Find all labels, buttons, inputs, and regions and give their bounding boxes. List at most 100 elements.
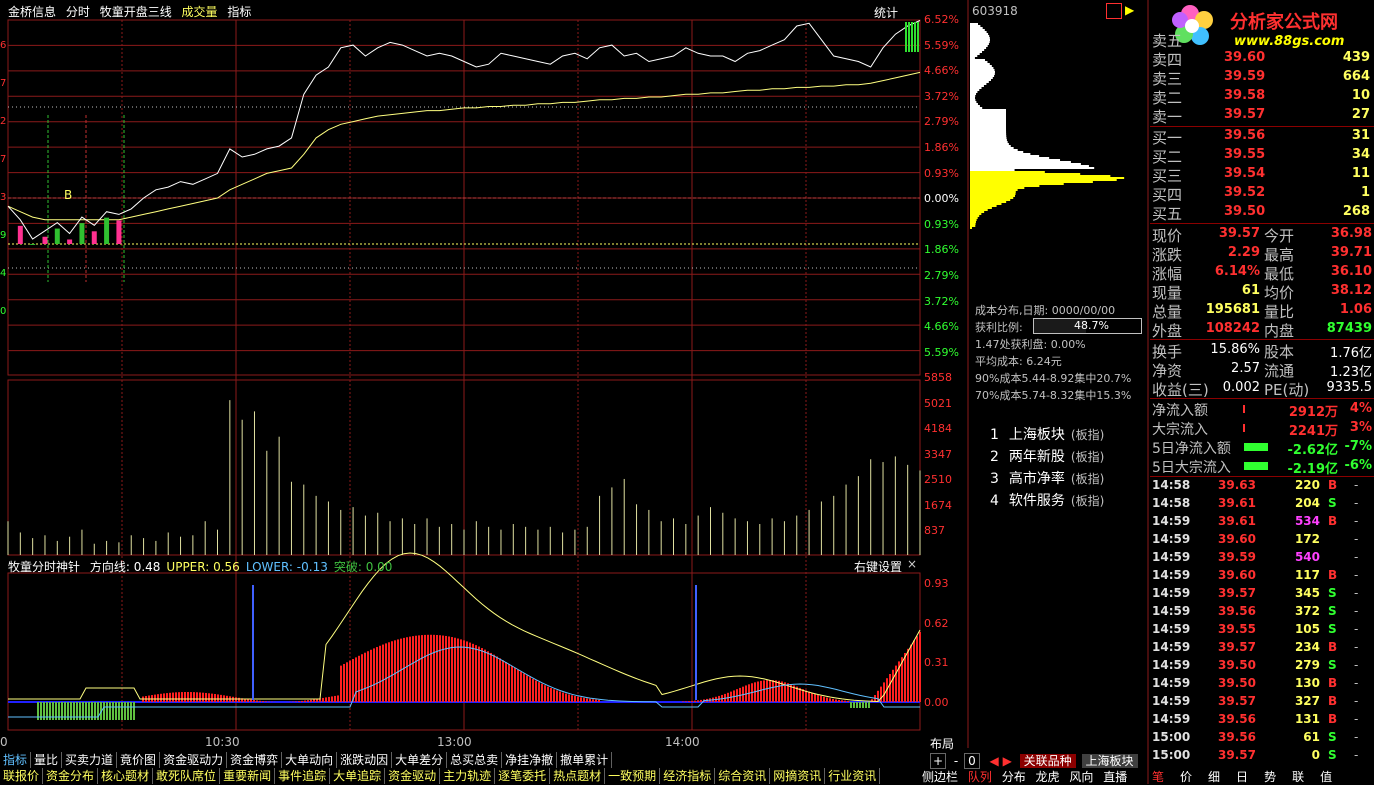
right-panel-tab[interactable]: 日 <box>1236 770 1248 784</box>
bottom-tab[interactable]: 资金驱动力 <box>160 752 228 768</box>
bottom-tab[interactable]: 热点题材 <box>550 768 606 784</box>
right-panel-tab[interactable]: 值 <box>1320 770 1332 784</box>
tab-dragon-tiger[interactable]: 龙虎 <box>1036 770 1060 784</box>
bottom-nav-row2: 侧边栏 队列 分布 龙虎 风向 直播 <box>922 768 1127 785</box>
order-book-price: 39.52 <box>1224 185 1266 200</box>
bottom-tab[interactable]: 竟价图 <box>117 752 161 768</box>
tab-shanghai-sector[interactable]: 上海板块 <box>1081 754 1138 768</box>
stats-button[interactable]: 统计 <box>874 4 898 21</box>
trade-time: 14:58 <box>1152 478 1191 492</box>
bottom-tab[interactable]: 敢死队席位 <box>153 768 221 784</box>
close-icon[interactable]: × <box>907 557 917 571</box>
flow-label: 大宗流入 <box>1152 422 1208 438</box>
bottom-tab[interactable]: 一致预期 <box>605 768 661 784</box>
tab-volume[interactable]: 成交量 <box>182 5 218 19</box>
bottom-tab[interactable]: 指标 <box>0 752 32 768</box>
bottom-tab[interactable]: 资金博弈 <box>227 752 283 768</box>
tab-indicator[interactable]: 指标 <box>227 5 251 19</box>
bottom-tab[interactable]: 大单动向 <box>282 752 338 768</box>
tab-related-product[interactable]: 关联品种 <box>1019 754 1076 768</box>
flow-bar <box>1244 443 1268 451</box>
order-book-label: 买一 <box>1152 129 1183 147</box>
order-book-volume: 439 <box>1342 50 1370 65</box>
bottom-tab[interactable]: 事件追踪 <box>275 768 331 784</box>
bottom-tab[interactable]: 总买总卖 <box>447 752 503 768</box>
right-panel-tab[interactable]: 细 <box>1208 770 1220 784</box>
bottom-tab[interactable]: 涨跌动因 <box>337 752 393 768</box>
right-panel-tab[interactable]: 笔 <box>1152 770 1164 784</box>
right-panel-tab[interactable]: 势 <box>1264 770 1276 784</box>
bottom-tab[interactable]: 买卖力道 <box>62 752 118 768</box>
related-sector-item[interactable]: 3 高市净率 (板指) <box>990 468 1104 488</box>
trade-price: 39.60 <box>1218 568 1256 582</box>
stat-value: 87439 <box>1326 321 1372 336</box>
order-book-label: 买三 <box>1152 167 1183 185</box>
order-book-label: 买二 <box>1152 148 1183 166</box>
trade-volume: 345 <box>1294 586 1320 600</box>
tab-queue[interactable]: 队列 <box>968 770 992 784</box>
trade-side: B <box>1328 694 1338 708</box>
time-axis-label: 14:00 <box>665 735 700 749</box>
sidebar-toggle[interactable]: 侧边栏 <box>922 770 958 784</box>
bottom-tab[interactable]: 资金分布 <box>43 768 99 784</box>
order-book-price: 39.50 <box>1224 204 1266 219</box>
trade-side: S <box>1328 586 1337 600</box>
indicator-axis-label: 0.31 <box>924 656 949 669</box>
bottom-tab[interactable]: 大单差分 <box>392 752 448 768</box>
bottom-tab[interactable]: 撤单累计 <box>557 752 613 768</box>
bottom-tab[interactable]: 经济指标 <box>660 768 716 784</box>
price-axis-label: 5.59% <box>924 345 959 359</box>
volume-axis-label: 837 <box>924 524 945 537</box>
right-click-settings[interactable]: 右键设置 <box>854 558 902 575</box>
price-axis-label: 0.93% <box>924 166 959 180</box>
minus-icon[interactable]: - <box>954 754 958 768</box>
bottom-tab[interactable]: 核心题材 <box>98 768 154 784</box>
indicator-value: UPPER: 0.56 <box>166 560 240 574</box>
indicator-name[interactable]: 牧童开盘三线 <box>100 5 172 19</box>
right-panel-tab[interactable]: 联 <box>1292 770 1304 784</box>
arrow-icon[interactable]: ▶ <box>1125 3 1134 17</box>
indicator-value: 方向线: 0.48 <box>89 560 161 574</box>
indicator-value: LOWER: -0.13 <box>245 560 328 574</box>
price-axis-label: 4.66% <box>924 320 959 334</box>
bottom-tab[interactable]: 净挂净撤 <box>502 752 558 768</box>
related-sector-item[interactable]: 4 软件服务 (板指) <box>990 490 1104 510</box>
trade-time: 15:00 <box>1152 730 1191 744</box>
bottom-tab[interactable]: 行业资讯 <box>825 768 881 784</box>
related-sector-item[interactable]: 1 上海板块 (板指) <box>990 424 1104 444</box>
stock-code: 603918 <box>972 4 1018 18</box>
stat-label: 量比 <box>1264 303 1295 321</box>
bottom-tab[interactable]: 逐笔委托 <box>495 768 551 784</box>
bottom-tab[interactable]: 量比 <box>31 752 63 768</box>
left-axis-label: 3 <box>0 192 7 203</box>
bottom-tab[interactable]: 网摘资讯 <box>770 768 826 784</box>
add-button[interactable]: + <box>930 753 947 769</box>
trade-price: 39.61 <box>1218 496 1256 510</box>
stat-value: 39.71 <box>1330 245 1372 260</box>
price-axis-label: 2.79% <box>924 115 959 129</box>
bottom-tab[interactable]: 主力轨迹 <box>440 768 496 784</box>
zero-button[interactable]: 0 <box>964 753 980 769</box>
bottom-tab[interactable]: 联报价 <box>0 768 44 784</box>
tab-timeshare[interactable]: 分时 <box>66 5 90 19</box>
tab-live[interactable]: 直播 <box>1103 770 1127 784</box>
related-sector-item[interactable]: 2 两年新股 (板指) <box>990 446 1104 466</box>
bottom-tab[interactable]: 重要新闻 <box>220 768 276 784</box>
order-book-label: 卖五 <box>1152 32 1183 50</box>
prev-icon[interactable]: ◀ <box>990 754 999 768</box>
right-panel-tab[interactable]: 价 <box>1180 770 1192 784</box>
trade-dash: - <box>1354 658 1359 672</box>
bottom-tabs-primary: 指标 量比 买卖力道 竟价图 资金驱动力 资金博弈 大单动向 涨跌动因 大单差分 总买总卖 净挂净撤… <box>0 752 613 768</box>
flow-value: 2912万 <box>1288 405 1338 420</box>
next-icon[interactable]: ▶ <box>1003 754 1012 768</box>
trade-dash: - <box>1354 730 1359 744</box>
bottom-tab[interactable]: 资金驱动 <box>385 768 441 784</box>
tab-wind-direction[interactable]: 风向 <box>1069 770 1093 784</box>
menu-icon[interactable] <box>1106 3 1122 19</box>
layout-button[interactable]: 布局 <box>930 735 954 752</box>
related-sector-tag: (板指) <box>1070 450 1105 464</box>
bottom-tab[interactable]: 综合资讯 <box>715 768 771 784</box>
bottom-tab[interactable]: 大单追踪 <box>330 768 386 784</box>
price-axis-label: 6.52% <box>924 13 959 26</box>
tab-distribution[interactable]: 分布 <box>1002 770 1026 784</box>
